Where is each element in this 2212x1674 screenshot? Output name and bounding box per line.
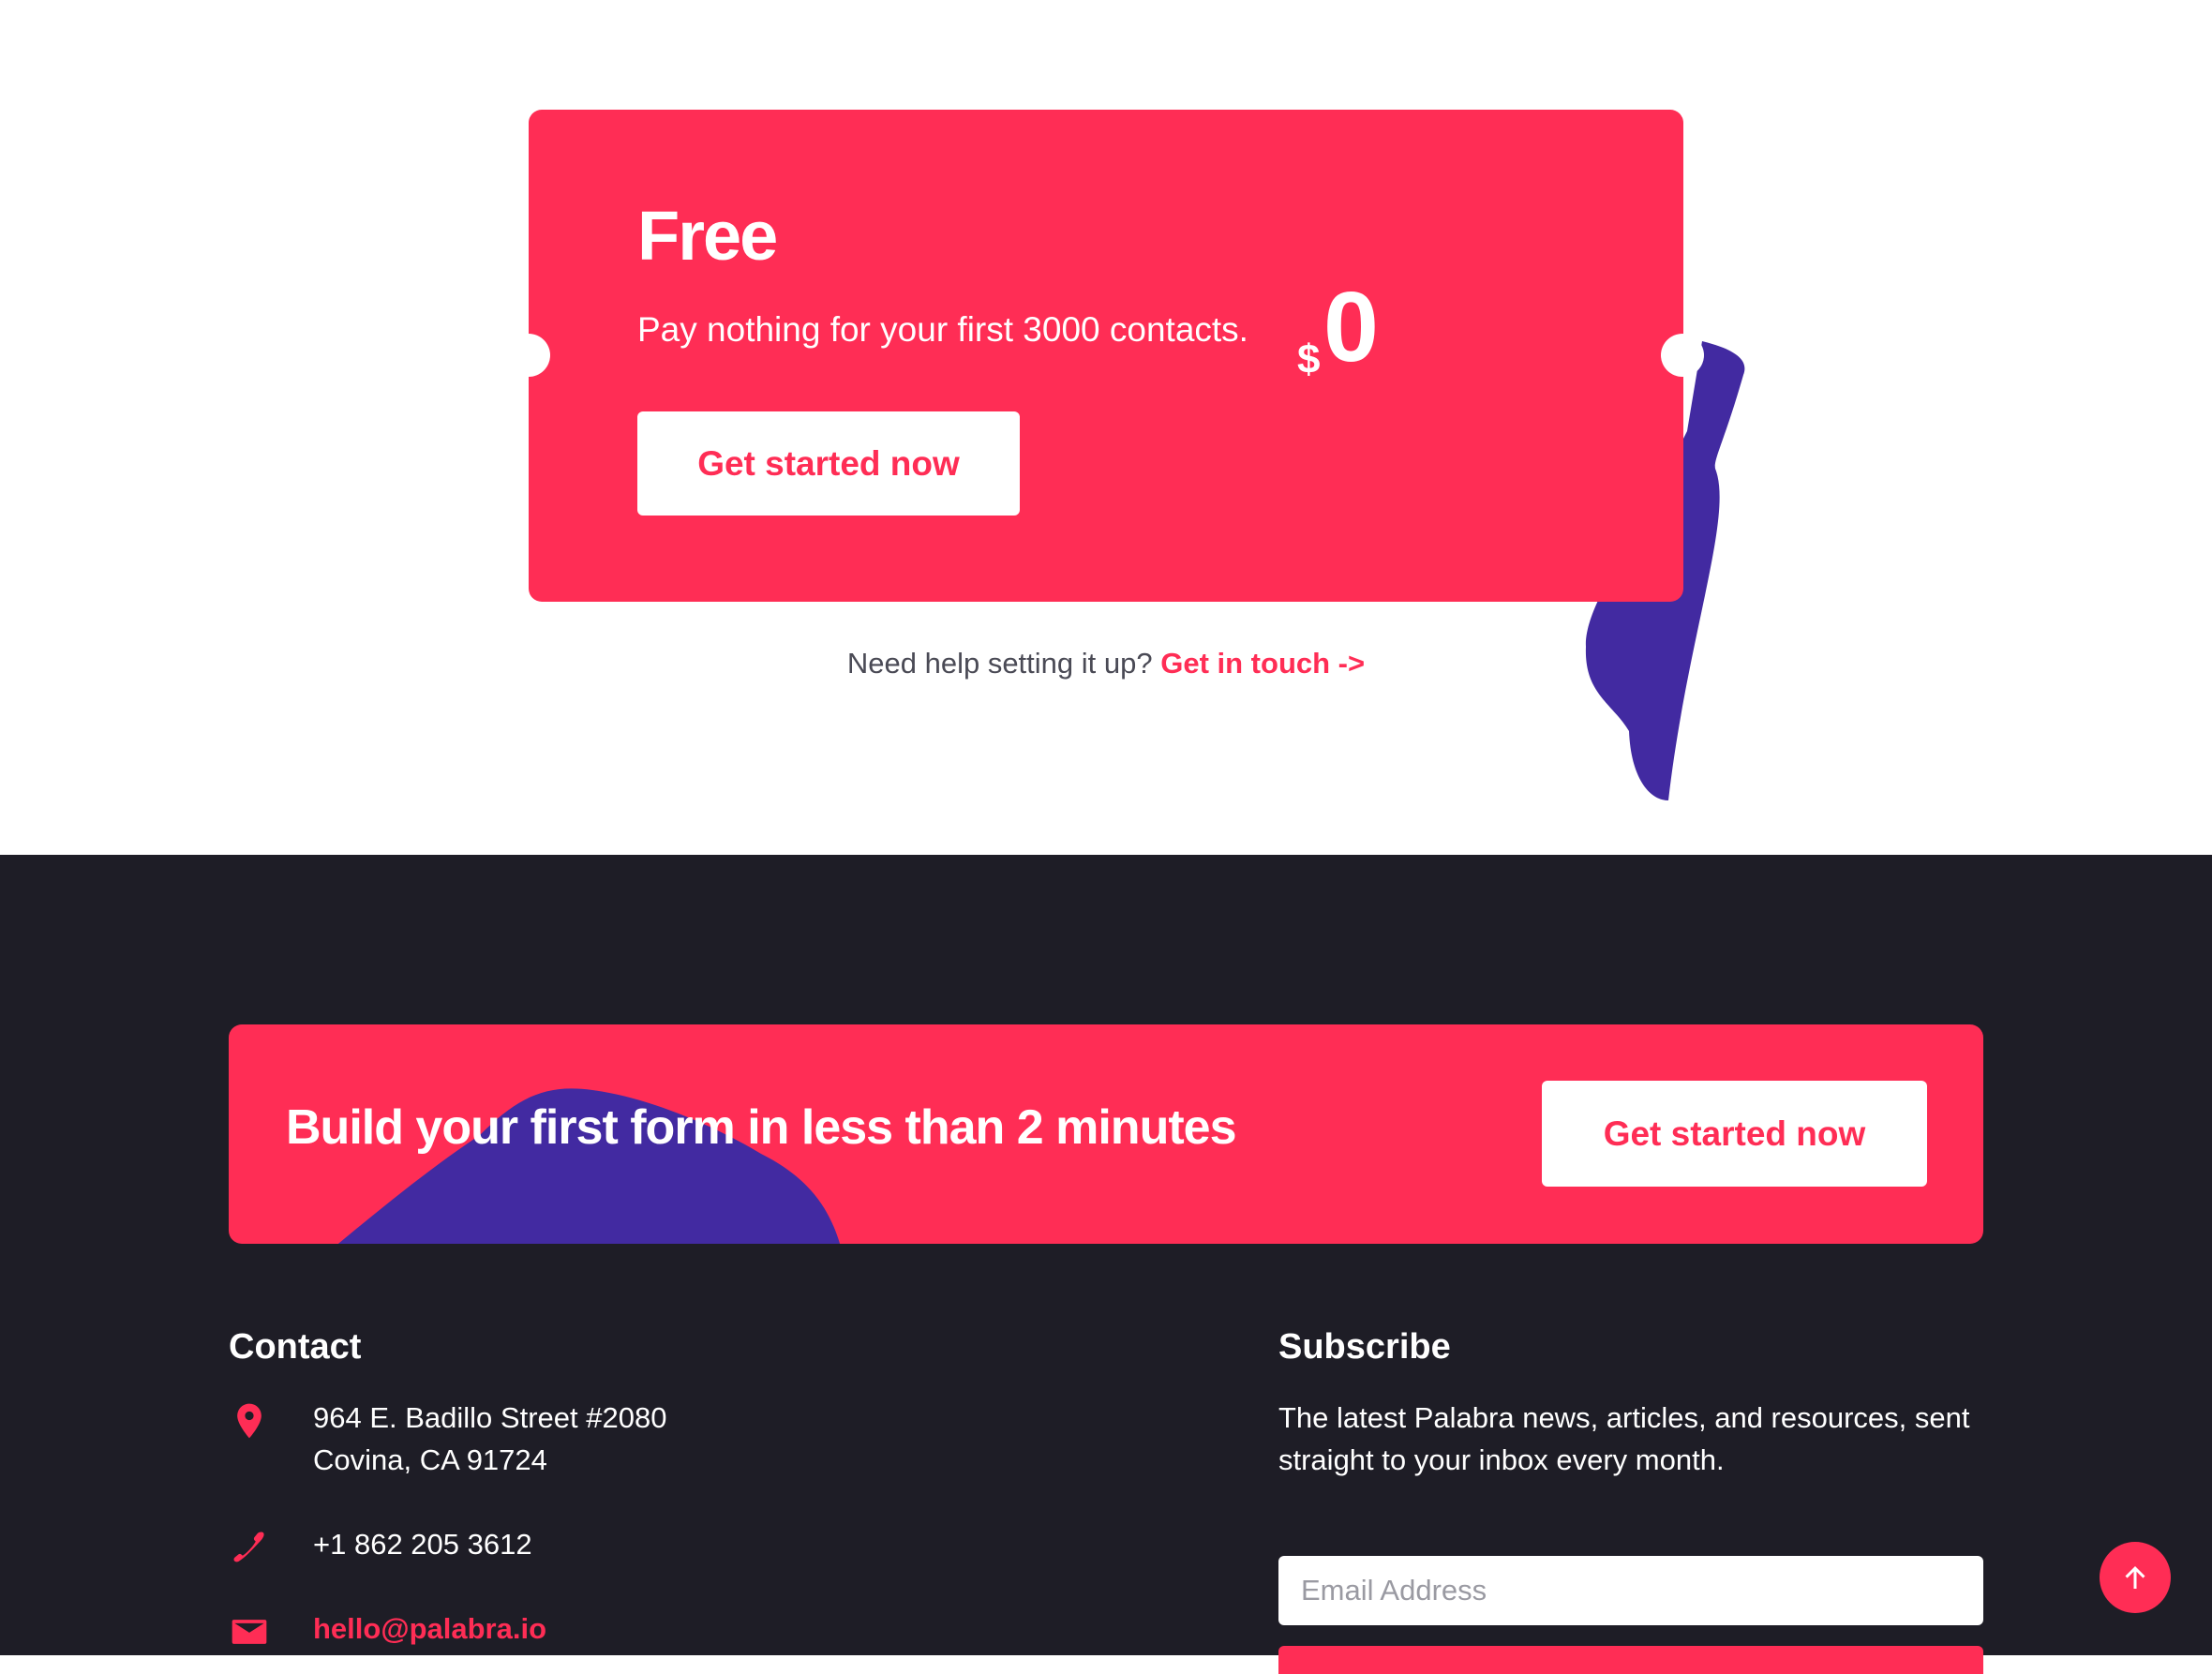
plan-description: Pay nothing for your first 3000 contacts… bbox=[637, 310, 1248, 349]
footer: Build your first form in less than 2 min… bbox=[0, 855, 2212, 1674]
email-address-input[interactable] bbox=[1278, 1556, 1983, 1625]
cta-get-started-button[interactable]: Get started now bbox=[1542, 1081, 1927, 1187]
card-notch-left bbox=[507, 334, 550, 377]
price-currency: $ bbox=[1297, 336, 1321, 382]
mail-icon bbox=[232, 1620, 267, 1644]
scroll-to-top-button[interactable] bbox=[2100, 1542, 2171, 1613]
address-line-2: Covina, CA 91724 bbox=[313, 1443, 547, 1476]
card-notch-right bbox=[1661, 334, 1704, 377]
email-link[interactable]: hello@palabra.io bbox=[313, 1607, 546, 1650]
cta-banner: Build your first form in less than 2 min… bbox=[229, 1024, 1983, 1244]
help-text: Need help setting it up? bbox=[846, 647, 1153, 680]
subscribe-title: Subscribe bbox=[1278, 1327, 1451, 1367]
phone-icon bbox=[233, 1532, 264, 1562]
price-amount: 0 bbox=[1323, 272, 1379, 382]
location-pin-icon bbox=[237, 1403, 262, 1439]
address-line-1: 964 E. Badillo Street #2080 bbox=[313, 1401, 667, 1434]
get-in-touch-link[interactable]: Get in touch -> bbox=[1160, 647, 1365, 680]
cta-title: Build your first form in less than 2 min… bbox=[286, 1100, 1236, 1155]
subscribe-text: The latest Palabra news, articles, and r… bbox=[1278, 1401, 1970, 1476]
help-line: Need help setting it up? Get in touch -> bbox=[0, 647, 2212, 680]
contact-title: Contact bbox=[229, 1327, 362, 1367]
pricing-section: Free Pay nothing for your first 3000 con… bbox=[0, 0, 2212, 855]
plan-name: Free bbox=[637, 197, 778, 275]
arrow-up-icon bbox=[2125, 1566, 2145, 1589]
subscribe-button[interactable] bbox=[1278, 1646, 1983, 1674]
get-started-button[interactable]: Get started now bbox=[637, 411, 1020, 516]
phone-number: +1 862 205 3612 bbox=[313, 1528, 532, 1561]
pricing-card-free: Free Pay nothing for your first 3000 con… bbox=[529, 110, 1683, 602]
